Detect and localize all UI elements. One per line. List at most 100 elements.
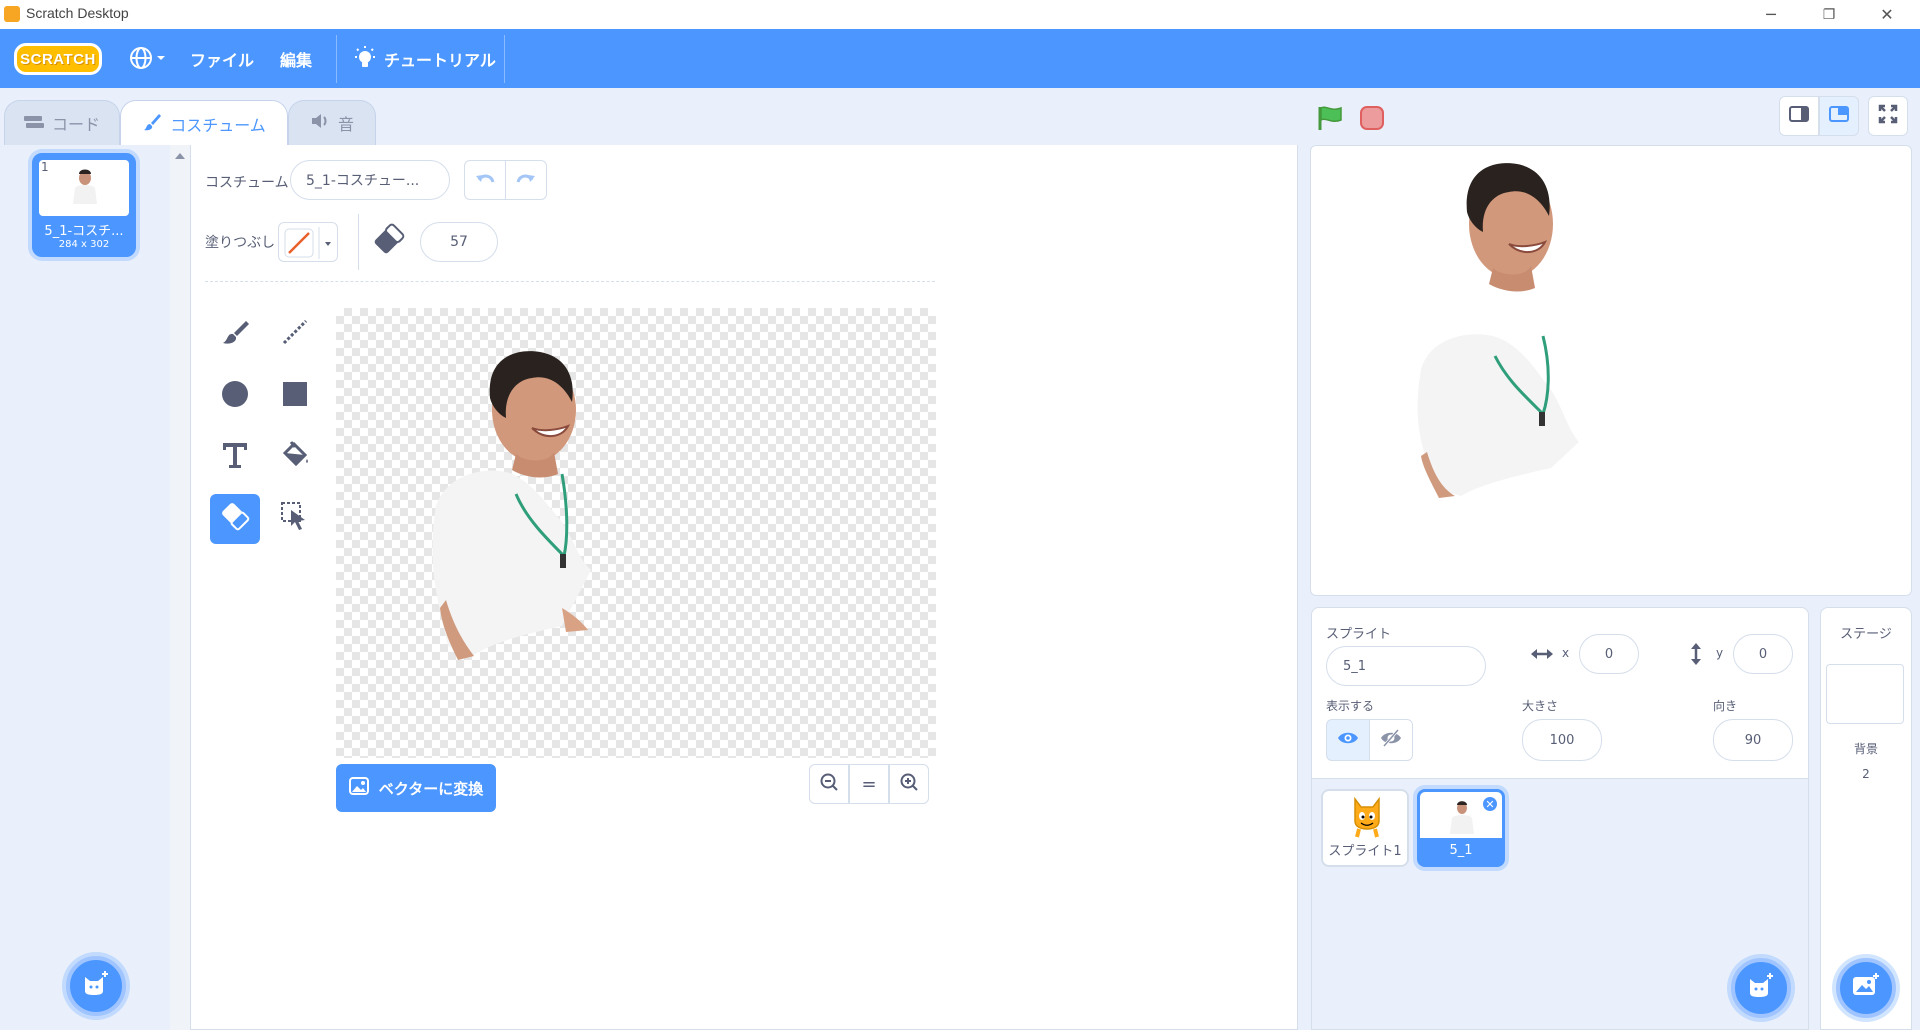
costume-name-input[interactable]: 5_1-コスチュー... — [290, 160, 450, 200]
restore-button[interactable]: ❐ — [1806, 0, 1852, 29]
direction-input[interactable]: 90 — [1713, 719, 1793, 761]
fill-tool[interactable] — [270, 433, 320, 483]
circle-icon — [220, 379, 250, 416]
eraser-icon — [219, 500, 251, 539]
line-icon — [280, 317, 310, 354]
text-icon — [220, 440, 250, 477]
choose-backdrop-button[interactable] — [1836, 958, 1896, 1018]
eraser-size-input[interactable]: 57 — [420, 222, 498, 262]
menu-bar: SCRATCH ファイル 編集 チュートリアル — [0, 29, 1920, 88]
paint-bucket-icon — [279, 439, 311, 478]
horizontal-arrows-icon — [1530, 645, 1554, 667]
choose-costume-button[interactable] — [66, 956, 126, 1016]
toolbar-divider — [358, 214, 359, 270]
app-icon — [4, 6, 20, 22]
undo-button[interactable] — [464, 160, 506, 200]
show-sprite-button[interactable] — [1326, 719, 1370, 761]
zoom-in-button[interactable] — [889, 764, 929, 804]
tab-sounds-label: 音 — [337, 115, 354, 134]
green-flag-button[interactable] — [1316, 104, 1344, 136]
globe-icon[interactable] — [128, 45, 170, 75]
costume-list — [0, 145, 190, 1030]
stop-button[interactable] — [1360, 106, 1384, 130]
cat-add-icon — [81, 969, 111, 1004]
y-position-input[interactable]: 0 — [1733, 634, 1793, 674]
scratch-logo[interactable]: SCRATCH — [14, 43, 102, 75]
stage-title: ステージ — [1840, 627, 1892, 642]
sprite-tile-name: スプライト1 — [1328, 844, 1402, 859]
sprite-tile-selected[interactable]: 5_1 ✕ — [1417, 789, 1505, 867]
sprite-name-label: スプライト — [1326, 627, 1392, 642]
tab-costumes[interactable]: コスチューム — [120, 100, 288, 146]
small-stage-icon — [1789, 105, 1809, 128]
fullscreen-icon — [1878, 104, 1898, 129]
fill-label: 塗りつぶし — [205, 235, 276, 251]
costume-image — [432, 351, 591, 660]
stage[interactable] — [1310, 145, 1912, 596]
tab-code[interactable]: コード — [4, 100, 120, 145]
delete-sprite-icon[interactable]: ✕ — [1482, 796, 1498, 812]
window-title: Scratch Desktop — [26, 5, 129, 21]
convert-to-vector-button[interactable]: ベクターに変換 — [336, 764, 496, 812]
normal-stage-button[interactable] — [1819, 96, 1859, 136]
y-label: y — [1716, 646, 1724, 660]
select-cursor-icon — [279, 500, 311, 539]
brush-icon — [220, 317, 250, 354]
costume-item[interactable]: 1 5_1-コスチ... 284 x 302 — [32, 153, 136, 257]
eraser-icon — [372, 222, 406, 260]
menu-edit[interactable]: 編集 — [280, 47, 312, 71]
image-icon — [348, 777, 369, 799]
line-tool[interactable] — [270, 310, 320, 360]
tab-code-label: コード — [51, 115, 100, 134]
costume-thumbnail — [39, 160, 129, 216]
code-blocks-icon — [23, 114, 44, 133]
eye-icon — [1337, 730, 1359, 751]
tab-sounds[interactable]: 音 — [288, 100, 376, 145]
green-flag-icon — [1316, 106, 1344, 136]
sprite-tile-name: 5_1 — [1449, 843, 1473, 858]
zoom-out-button[interactable] — [809, 764, 849, 804]
eye-slash-icon — [1380, 728, 1402, 752]
close-button[interactable]: ✕ — [1864, 0, 1910, 29]
costume-name: 5_1-コスチ... — [44, 224, 124, 239]
minimize-button[interactable]: ─ — [1748, 0, 1794, 29]
zoom-reset-button[interactable]: = — [849, 764, 889, 804]
text-tool[interactable] — [210, 433, 260, 483]
paintbrush-icon — [142, 112, 162, 136]
drawing-canvas[interactable] — [336, 308, 936, 758]
x-position-input[interactable]: 0 — [1579, 634, 1639, 674]
eraser-tool[interactable] — [210, 494, 260, 544]
sprite-tile[interactable]: スプライト1 — [1321, 789, 1409, 867]
window-titlebar: Scratch Desktop ─ ❐ ✕ — [0, 0, 1920, 29]
menu-tutorials[interactable]: チュートリアル — [384, 47, 496, 71]
undo-icon — [475, 170, 495, 191]
select-tool[interactable] — [270, 494, 320, 544]
redo-button[interactable] — [505, 160, 547, 200]
normal-stage-icon — [1829, 105, 1849, 128]
circle-tool[interactable] — [210, 372, 260, 422]
brush-tool[interactable] — [210, 310, 260, 360]
fullscreen-button[interactable] — [1868, 96, 1908, 136]
stage-sprite-image — [1417, 163, 1579, 498]
cat-add-icon — [1746, 971, 1776, 1006]
size-input[interactable]: 100 — [1522, 719, 1602, 761]
show-label: 表示する — [1326, 699, 1375, 713]
small-stage-button[interactable] — [1779, 96, 1819, 136]
toolbar-separator — [205, 281, 935, 282]
scratch-cat-icon — [1347, 795, 1387, 843]
sprite-name-input[interactable]: 5_1 — [1326, 646, 1486, 686]
costume-index: 1 — [41, 160, 49, 174]
choose-sprite-button[interactable] — [1731, 958, 1791, 1018]
costume-name-label: コスチューム — [205, 175, 289, 191]
menu-separator — [504, 35, 505, 83]
fill-color-picker[interactable] — [278, 222, 338, 262]
costume-dimensions: 284 x 302 — [58, 239, 110, 250]
menu-file[interactable]: ファイル — [190, 47, 254, 71]
costume-list-scrollbar[interactable] — [170, 145, 190, 1030]
scroll-up-arrow[interactable] — [175, 153, 185, 159]
rectangle-tool[interactable] — [270, 372, 320, 422]
redo-icon — [516, 170, 536, 191]
direction-label: 向き — [1713, 699, 1738, 713]
backdrops-label: 背景 — [1853, 742, 1878, 756]
hide-sprite-button[interactable] — [1369, 719, 1413, 761]
